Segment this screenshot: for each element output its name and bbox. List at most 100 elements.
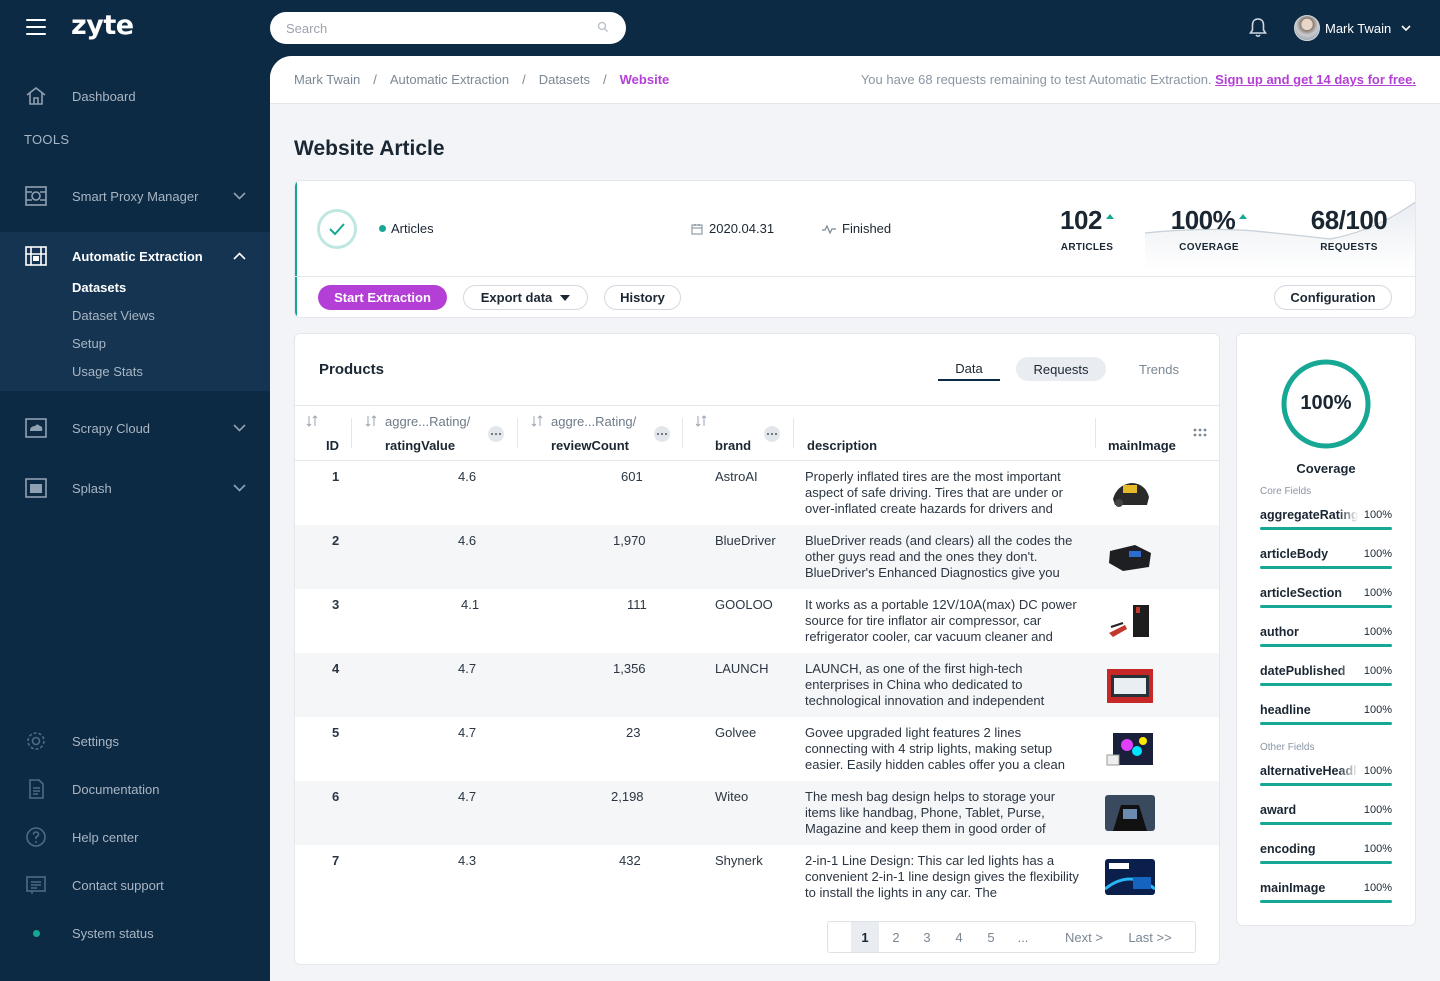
column-header-description[interactable]: description — [807, 438, 877, 453]
export-data-button[interactable]: Export data — [463, 285, 588, 310]
configuration-button[interactable]: Configuration — [1274, 285, 1392, 310]
cell-brand: Golvee — [715, 725, 757, 740]
sort-icon[interactable] — [531, 415, 543, 427]
page-2-button[interactable]: 2 — [882, 922, 910, 952]
sidebar-subitem-usage-stats[interactable]: Usage Stats — [72, 364, 143, 379]
column-header-brand[interactable]: brand — [715, 438, 751, 453]
field-coverage-item[interactable]: articleBody 100% — [1260, 547, 1392, 569]
sidebar-item-label: Scrapy Cloud — [72, 420, 151, 436]
tab-requests[interactable]: Requests — [1016, 357, 1106, 381]
cell-id: 2 — [332, 533, 340, 548]
product-thumbnail[interactable] — [1105, 731, 1155, 767]
field-coverage-item[interactable]: aggregateRating 100% — [1260, 508, 1392, 530]
metric-articles: 102 ARTICLES — [1047, 205, 1127, 253]
table-row[interactable]: 2 4.6 1,970 BlueDriver BlueDriver reads … — [295, 525, 1219, 589]
field-coverage-item[interactable]: mainImage 100% — [1260, 881, 1392, 903]
metric-articles-label: ARTICLES — [1060, 242, 1114, 253]
sidebar-item-documentation[interactable]: Documentation — [0, 769, 270, 809]
chevron-down-icon — [1401, 25, 1411, 32]
metric-coverage: 100% COVERAGE — [1167, 205, 1251, 253]
sidebar-item-splash[interactable]: Splash — [0, 468, 270, 508]
table-row[interactable]: 1 4.6 601 AstroAI Properly inflated tire… — [295, 461, 1219, 525]
table-row[interactable]: 6 4.7 2,198 Witeo The mesh bag design he… — [295, 781, 1219, 845]
column-header-id[interactable]: ID — [326, 438, 339, 453]
table-row[interactable]: 3 4.1 111 GOOLOO It works as a portable … — [295, 589, 1219, 653]
field-coverage-bar — [1260, 861, 1392, 864]
zyte-logo[interactable]: zyte — [71, 10, 134, 41]
breadcrumb-automatic-extraction[interactable]: Automatic Extraction — [390, 72, 509, 87]
tab-trends[interactable]: Trends — [1124, 357, 1194, 381]
next-page-button[interactable]: Next > — [1056, 922, 1112, 952]
search-input[interactable] — [270, 12, 626, 44]
signup-link[interactable]: Sign up and get 14 days for free. — [1215, 72, 1416, 87]
column-menu-icon[interactable] — [764, 426, 780, 442]
sidebar-item-smart-proxy[interactable]: Smart Proxy Manager — [0, 176, 270, 216]
chevron-down-icon[interactable] — [233, 484, 246, 492]
sort-icon[interactable] — [306, 415, 318, 427]
table-row[interactable]: 4 4.7 1,356 LAUNCH LAUNCH, as one of the… — [295, 653, 1219, 717]
product-thumbnail[interactable] — [1105, 603, 1155, 639]
bell-icon[interactable] — [1248, 17, 1268, 39]
product-thumbnail[interactable] — [1105, 795, 1155, 831]
cell-reviews: 1,970 — [613, 533, 646, 548]
trial-notice: You have 68 requests remaining to test A… — [861, 72, 1416, 87]
table-row[interactable]: 7 4.3 432 Shynerk 2-in-1 Line Design: Th… — [295, 845, 1219, 909]
grid-menu-icon[interactable] — [1193, 428, 1207, 440]
user-menu[interactable]: Mark Twain — [1294, 14, 1411, 42]
column-header-review-count[interactable]: reviewCount — [551, 438, 629, 453]
field-coverage-item[interactable]: award 100% — [1260, 803, 1392, 825]
sidebar-item-system-status[interactable]: System status — [0, 913, 270, 953]
sidebar-subitem-setup[interactable]: Setup — [72, 336, 106, 351]
trend-up-icon — [1105, 213, 1114, 219]
product-thumbnail[interactable] — [1105, 859, 1155, 895]
sidebar-subitem-dataset-views[interactable]: Dataset Views — [72, 308, 155, 323]
cell-reviews: 111 — [627, 597, 647, 612]
success-check-icon — [317, 209, 357, 249]
metric-coverage-label: COVERAGE — [1179, 242, 1239, 253]
page-4-button[interactable]: 4 — [945, 922, 973, 952]
breadcrumb-user[interactable]: Mark Twain — [294, 72, 360, 87]
breadcrumb-datasets[interactable]: Datasets — [539, 72, 590, 87]
product-thumbnail[interactable] — [1105, 539, 1155, 575]
sidebar-item-dashboard[interactable]: Dashboard — [0, 76, 270, 116]
cell-description: It works as a portable 12V/10A(max) DC p… — [805, 597, 1077, 644]
field-coverage-item[interactable]: articleSection 100% — [1260, 586, 1392, 608]
field-coverage-item[interactable]: author 100% — [1260, 625, 1392, 647]
field-coverage-item[interactable]: alternativeHeadline 100% — [1260, 764, 1392, 786]
sidebar-item-automatic-extraction[interactable]: Automatic Extraction — [0, 236, 270, 276]
sidebar-item-help-center[interactable]: Help center — [0, 817, 270, 857]
coverage-title: Coverage — [1296, 461, 1356, 476]
tab-data[interactable]: Data — [938, 357, 1000, 381]
sidebar-item-settings[interactable]: Settings — [0, 721, 270, 761]
start-extraction-button[interactable]: Start Extraction — [318, 285, 447, 310]
calendar-icon — [691, 223, 703, 234]
table-row[interactable]: 5 4.7 23 Golvee Govee upgraded light fea… — [295, 717, 1219, 781]
chevron-up-icon[interactable] — [233, 252, 246, 260]
field-coverage-item[interactable]: headline 100% — [1260, 703, 1392, 725]
sort-icon[interactable] — [695, 415, 707, 427]
sidebar-item-contact-support[interactable]: Contact support — [0, 865, 270, 905]
chevron-down-icon[interactable] — [233, 192, 246, 200]
column-menu-icon[interactable] — [654, 426, 670, 442]
product-thumbnail[interactable] — [1105, 475, 1155, 511]
last-page-button[interactable]: Last >> — [1120, 922, 1180, 952]
cell-rating: 4.6 — [458, 469, 477, 484]
chevron-down-icon[interactable] — [233, 424, 246, 432]
sort-icon[interactable] — [365, 415, 377, 427]
product-thumbnail[interactable] — [1105, 667, 1155, 703]
field-coverage-item[interactable]: datePublished 100% — [1260, 664, 1392, 686]
column-header-rating[interactable]: ratingValue — [385, 438, 455, 453]
sidebar-subitem-datasets[interactable]: Datasets — [72, 280, 126, 295]
sidebar-item-scrapy-cloud[interactable]: Scrapy Cloud — [0, 408, 270, 448]
document-icon — [29, 779, 44, 799]
page-5-button[interactable]: 5 — [977, 922, 1005, 952]
other-fields-label: Other Fields — [1260, 742, 1315, 753]
menu-icon[interactable] — [26, 19, 46, 35]
column-header-main-image[interactable]: mainImage — [1108, 438, 1176, 453]
history-button[interactable]: History — [604, 285, 681, 310]
cell-description: BlueDriver reads (and clears) all the co… — [805, 533, 1073, 580]
column-menu-icon[interactable] — [488, 426, 504, 442]
page-3-button[interactable]: 3 — [913, 922, 941, 952]
page-1-button[interactable]: 1 — [851, 922, 879, 952]
field-coverage-item[interactable]: encoding 100% — [1260, 842, 1392, 864]
